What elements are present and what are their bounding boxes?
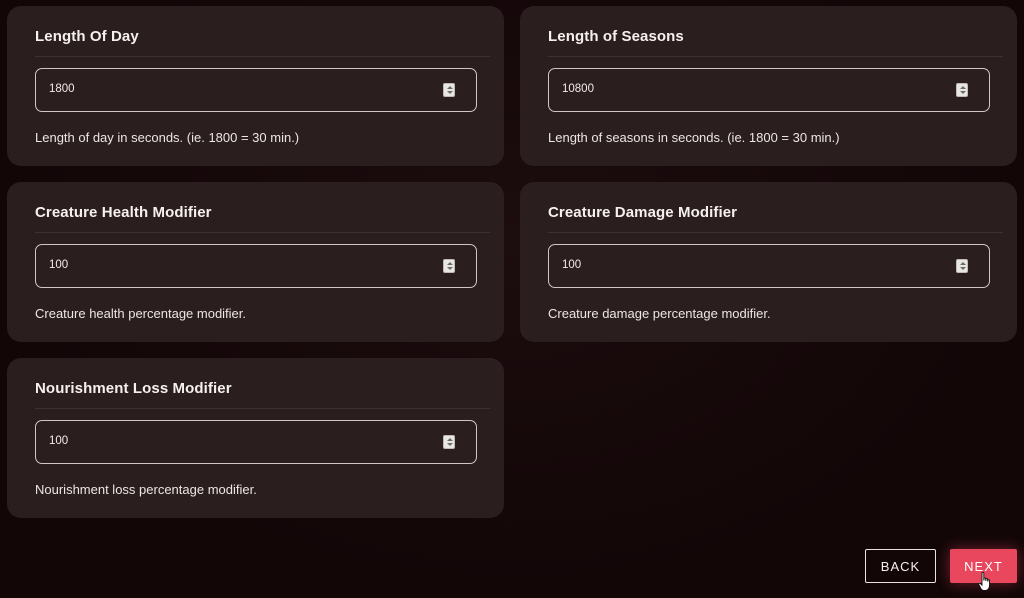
- back-button[interactable]: BACK: [865, 549, 936, 583]
- input-value: 100: [49, 259, 69, 271]
- creature-health-input[interactable]: 100: [35, 244, 477, 288]
- setting-card-creature-health: Creature Health Modifier 100 Creature he…: [7, 182, 504, 342]
- setting-title: Length of Seasons: [548, 28, 684, 45]
- setting-description: Creature damage percentage modifier.: [548, 306, 771, 321]
- number-stepper-icon[interactable]: [956, 259, 968, 273]
- input-value: 1800: [49, 83, 75, 95]
- setting-title: Nourishment Loss Modifier: [35, 380, 232, 397]
- input-value: 100: [49, 435, 69, 447]
- divider: [548, 232, 1003, 233]
- length-of-day-input[interactable]: 1800: [35, 68, 477, 112]
- setting-title: Creature Health Modifier: [35, 204, 212, 221]
- number-stepper-icon[interactable]: [443, 435, 455, 449]
- number-stepper-icon[interactable]: [443, 83, 455, 97]
- setting-title: Length Of Day: [35, 28, 139, 45]
- divider: [35, 408, 490, 409]
- number-stepper-icon[interactable]: [443, 259, 455, 273]
- divider: [35, 232, 490, 233]
- setting-card-creature-damage: Creature Damage Modifier 100 Creature da…: [520, 182, 1017, 342]
- setting-description: Creature health percentage modifier.: [35, 306, 247, 321]
- hand-cursor-icon: [978, 572, 990, 591]
- setting-card-length-of-day: Length Of Day 1800 Length of day in seco…: [7, 6, 504, 166]
- nourishment-loss-input[interactable]: 100: [35, 420, 477, 464]
- divider: [35, 56, 490, 57]
- setting-title: Creature Damage Modifier: [548, 204, 738, 221]
- setting-description: Nourishment loss percentage modifier.: [35, 482, 257, 497]
- setting-description: Length of seasons in seconds. (ie. 1800 …: [548, 130, 840, 145]
- creature-damage-input[interactable]: 100: [548, 244, 990, 288]
- divider: [548, 56, 1003, 57]
- server-settings-page: Length Of Day 1800 Length of day in seco…: [0, 0, 1024, 598]
- setting-card-nourishment-loss: Nourishment Loss Modifier 100 Nourishmen…: [7, 358, 504, 518]
- setting-card-length-of-seasons: Length of Seasons 10800 Length of season…: [520, 6, 1017, 166]
- input-value: 100: [562, 259, 582, 271]
- input-value: 10800: [562, 83, 594, 95]
- setting-description: Length of day in seconds. (ie. 1800 = 30…: [35, 130, 300, 145]
- number-stepper-icon[interactable]: [956, 83, 968, 97]
- length-of-seasons-input[interactable]: 10800: [548, 68, 990, 112]
